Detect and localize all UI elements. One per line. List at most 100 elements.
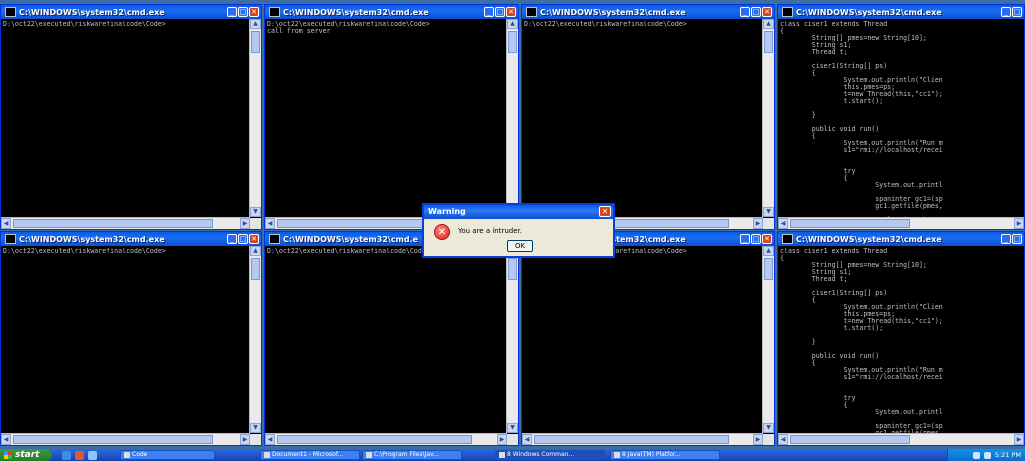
taskbar-button[interactable]: 8 Java(TM) Platfor...	[610, 450, 720, 460]
taskbar-button[interactable]: C:\Program Files\Jav...	[362, 450, 462, 460]
vertical-scrollbar[interactable]: ▲▼	[506, 19, 518, 217]
size-grip[interactable]	[250, 434, 261, 445]
cmd-window[interactable]: C:\WINDOWS\system32\cmd.exe _ □ class cise…	[777, 4, 1025, 230]
scroll-right-icon[interactable]: ▶	[1014, 434, 1024, 445]
scroll-thumb[interactable]	[764, 31, 773, 53]
close-button[interactable]: ✕	[249, 7, 259, 17]
scroll-right-icon[interactable]: ▶	[240, 434, 250, 445]
cmd-window[interactable]: C:\WINDOWS\system32\cmd.exe_□✕ D:\oct22\…	[521, 231, 775, 446]
scroll-down-icon[interactable]: ▼	[763, 423, 774, 433]
scroll-thumb[interactable]	[508, 31, 517, 53]
vertical-scrollbar[interactable]: ▲▼	[249, 246, 261, 433]
media-player-icon[interactable]	[75, 450, 84, 460]
scroll-right-icon[interactable]: ▶	[1014, 218, 1024, 229]
scroll-up-icon[interactable]: ▲	[250, 246, 261, 256]
close-button[interactable]: ✕	[506, 7, 516, 17]
window-titlebar[interactable]: C:\WINDOWS\system32\cmd.exe _□✕	[1, 232, 261, 246]
network-icon[interactable]	[972, 451, 980, 459]
minimize-button[interactable]: _	[227, 7, 237, 17]
horizontal-scrollbar[interactable]: ◀▶	[778, 217, 1024, 229]
scroll-up-icon[interactable]: ▲	[250, 19, 261, 29]
window-titlebar[interactable]: C:\WINDOWS\system32\cmd.exe _ □	[778, 232, 1024, 246]
window-titlebar[interactable]: C:\WINDOWS\system32\cmd.exe _□✕	[1, 5, 261, 19]
maximize-button[interactable]: □	[1012, 234, 1022, 244]
ie-icon[interactable]	[62, 450, 71, 460]
scroll-up-icon[interactable]: ▲	[507, 19, 518, 29]
start-button[interactable]: start	[0, 449, 52, 461]
scroll-right-icon[interactable]: ▶	[497, 434, 507, 445]
cmd-window[interactable]: C:\WINDOWS\system32\cmd.exe_□✕ D:\oct22\…	[521, 4, 775, 230]
dialog-close-button[interactable]: ✕	[599, 206, 611, 217]
close-button[interactable]: ✕	[249, 234, 259, 244]
scroll-right-icon[interactable]: ▶	[240, 218, 250, 229]
minimize-button[interactable]: _	[227, 234, 237, 244]
scroll-right-icon[interactable]: ▶	[753, 434, 763, 445]
maximize-button[interactable]: □	[238, 234, 248, 244]
minimize-button[interactable]: _	[740, 234, 750, 244]
scroll-thumb[interactable]	[251, 31, 260, 53]
scroll-thumb[interactable]	[13, 435, 213, 444]
scroll-thumb[interactable]	[251, 258, 260, 280]
close-button[interactable]: ✕	[762, 7, 772, 17]
scroll-down-icon[interactable]: ▼	[250, 423, 261, 433]
scroll-down-icon[interactable]: ▼	[763, 207, 774, 217]
vertical-scrollbar[interactable]: ▲▼	[762, 246, 774, 433]
maximize-button[interactable]: □	[238, 7, 248, 17]
window-titlebar[interactable]: C:\WINDOWS\system32\cmd.exe _ □	[778, 5, 1024, 19]
scroll-thumb[interactable]	[790, 219, 910, 228]
vertical-scrollbar[interactable]: ▲▼	[249, 19, 261, 217]
cmd-window[interactable]: C:\WINDOWS\system32\cmd.exe _ □ class cise…	[777, 231, 1025, 446]
scroll-down-icon[interactable]: ▼	[250, 207, 261, 217]
show-desktop-icon[interactable]	[88, 450, 97, 460]
cmd-window[interactable]: C:\WINDOWS\system32\cmd.e D:\oct22\execu…	[264, 231, 519, 446]
scroll-right-icon[interactable]: ▶	[753, 218, 763, 229]
scroll-thumb[interactable]	[534, 435, 729, 444]
horizontal-scrollbar[interactable]: ◀▶	[1, 433, 250, 445]
warning-dialog[interactable]: Warning ✕ ✕ You are a intruder. OK	[422, 203, 615, 258]
scroll-left-icon[interactable]: ◀	[1, 434, 11, 445]
scroll-left-icon[interactable]: ◀	[778, 434, 788, 445]
scroll-left-icon[interactable]: ◀	[265, 434, 275, 445]
maximize-button[interactable]: □	[751, 234, 761, 244]
scroll-left-icon[interactable]: ◀	[778, 218, 788, 229]
horizontal-scrollbar[interactable]: ◀▶	[1, 217, 250, 229]
vertical-scrollbar[interactable]: ▲▼	[762, 19, 774, 217]
size-grip[interactable]	[250, 218, 261, 229]
dialog-titlebar[interactable]: Warning ✕	[424, 205, 613, 219]
scroll-left-icon[interactable]: ◀	[1, 218, 11, 229]
taskbar-button[interactable]: Code	[120, 450, 215, 460]
horizontal-scrollbar[interactable]: ◀▶	[778, 433, 1024, 445]
size-grip[interactable]	[507, 434, 518, 445]
horizontal-scrollbar[interactable]: ◀▶	[522, 433, 763, 445]
minimize-button[interactable]: _	[1001, 7, 1011, 17]
minimize-button[interactable]: _	[484, 7, 494, 17]
maximize-button[interactable]: □	[751, 7, 761, 17]
taskbar-button[interactable]: Document1 - Microsof...	[260, 450, 360, 460]
window-titlebar[interactable]: C:\WINDOWS\system32\cmd.exe _□✕	[522, 5, 774, 19]
scroll-down-icon[interactable]: ▼	[507, 423, 518, 433]
scroll-left-icon[interactable]: ◀	[265, 218, 275, 229]
scroll-left-icon[interactable]: ◀	[522, 434, 532, 445]
size-grip[interactable]	[763, 434, 774, 445]
scroll-thumb[interactable]	[277, 435, 472, 444]
window-titlebar[interactable]: C:\WINDOWS\system32\cmd.exe _□✕	[265, 5, 518, 19]
volume-icon[interactable]	[983, 451, 991, 459]
cmd-window[interactable]: C:\WINDOWS\system32\cmd.exe_□✕ D:\oct22\…	[0, 231, 262, 446]
vertical-scrollbar[interactable]: ▲▼	[506, 246, 518, 433]
scroll-thumb[interactable]	[790, 435, 910, 444]
size-grip[interactable]	[763, 218, 774, 229]
scroll-up-icon[interactable]: ▲	[763, 19, 774, 29]
cmd-window[interactable]: C:\WINDOWS\system32\cmd.exe_□✕ D:\oct22\…	[264, 4, 519, 230]
maximize-button[interactable]: □	[495, 7, 505, 17]
minimize-button[interactable]: _	[1001, 234, 1011, 244]
maximize-button[interactable]: □	[1012, 7, 1022, 17]
taskbar-button[interactable]: 8 Windows Comman...	[495, 450, 605, 460]
minimize-button[interactable]: _	[740, 7, 750, 17]
close-button[interactable]: ✕	[762, 234, 772, 244]
scroll-thumb[interactable]	[764, 258, 773, 280]
horizontal-scrollbar[interactable]: ◀▶	[265, 433, 507, 445]
scroll-thumb[interactable]	[508, 258, 517, 280]
cmd-window[interactable]: C:\WINDOWS\system32\cmd.exe_□✕ D:\oct22\…	[0, 4, 262, 230]
scroll-thumb[interactable]	[13, 219, 213, 228]
ok-button[interactable]: OK	[507, 240, 533, 252]
